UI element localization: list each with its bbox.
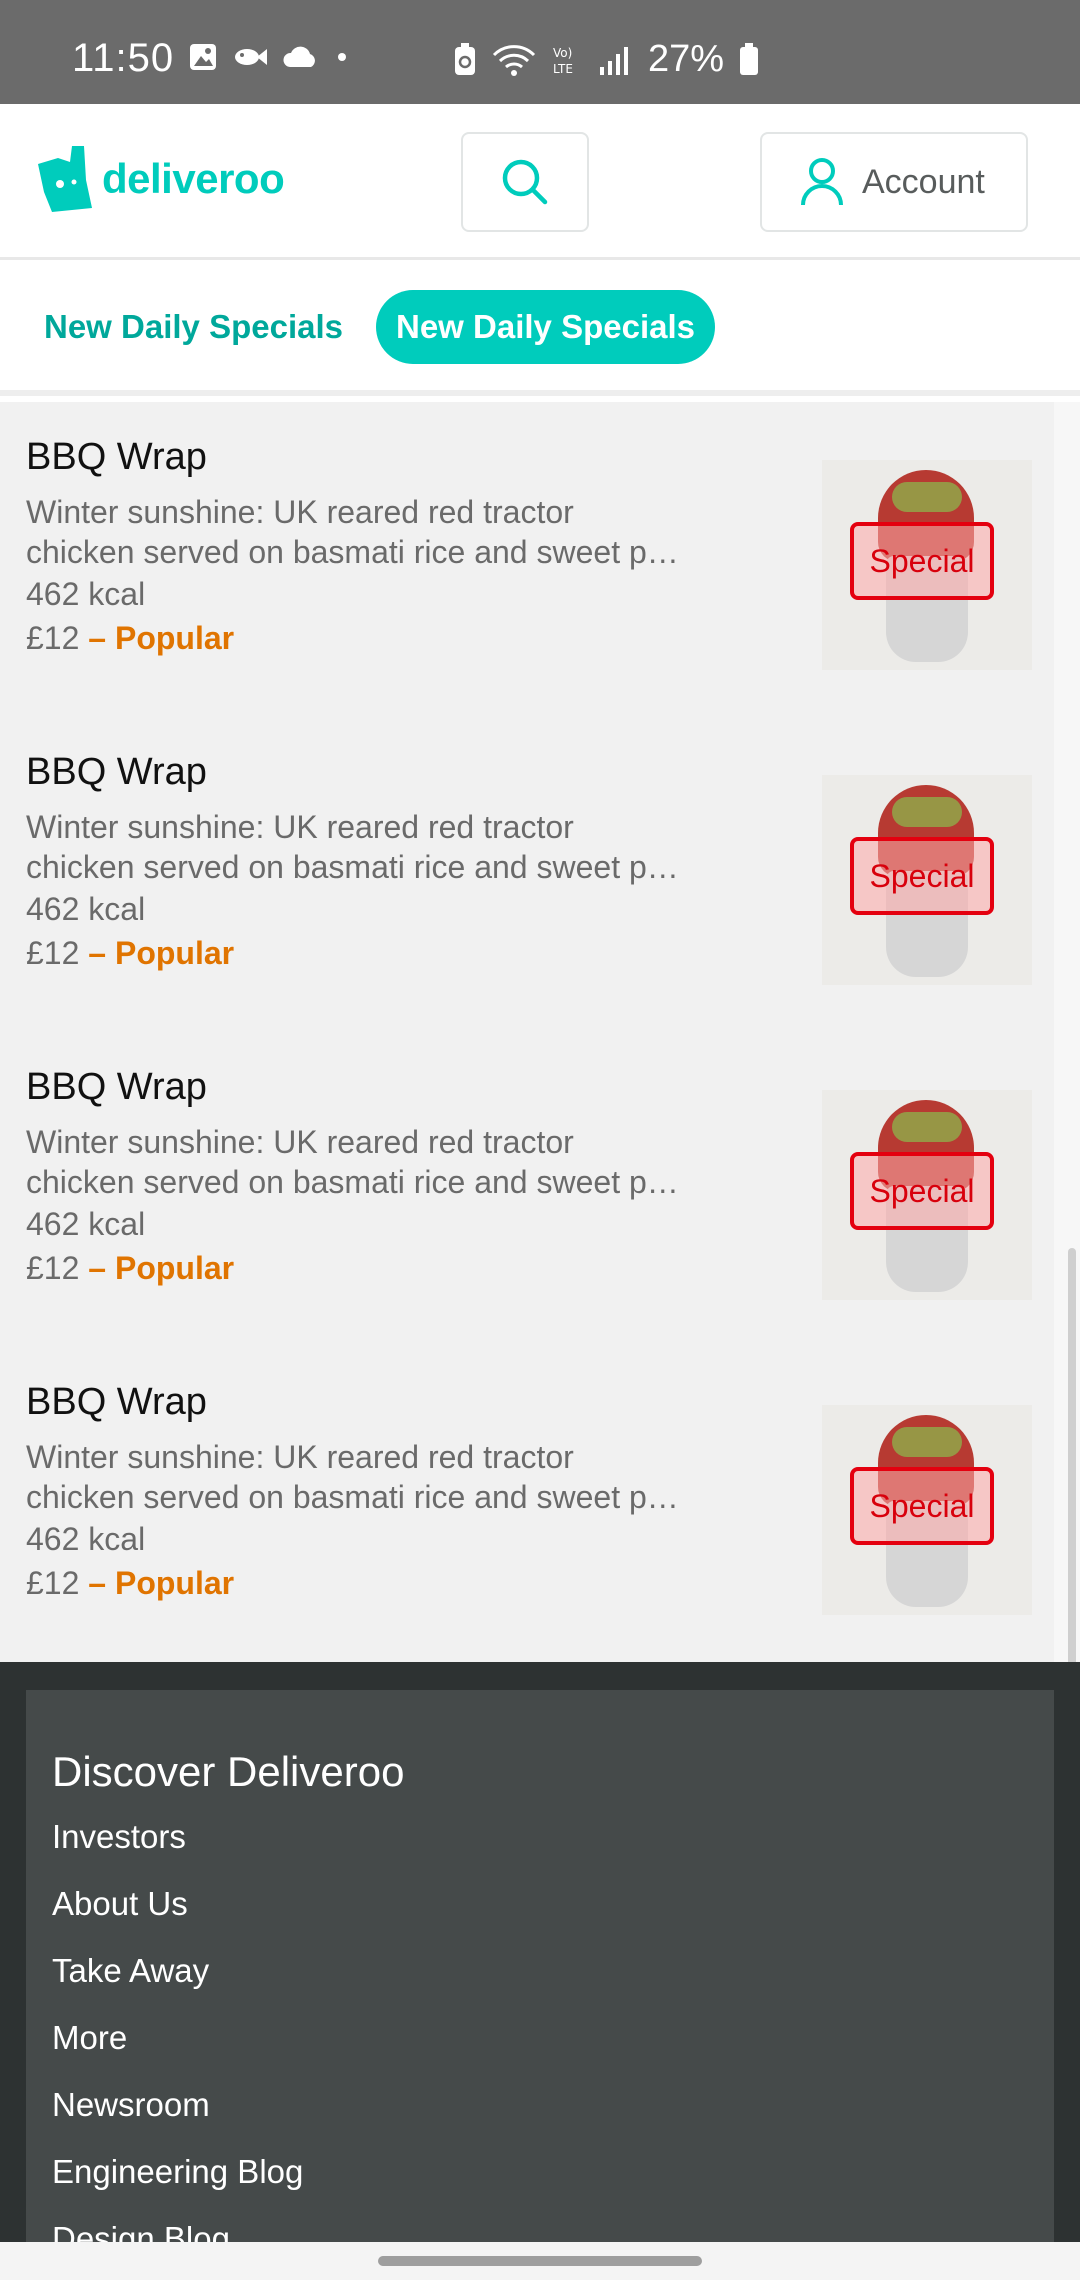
menu-section: BBQ Wrap Winter sunshine: UK reared red …: [0, 402, 1080, 1668]
footer-title: Discover Deliveroo: [52, 1748, 405, 1795]
footer-card: Discover Deliveroo Investors About Us Ta…: [26, 1690, 1054, 2280]
dot-icon: [338, 53, 346, 61]
footer-link-newsroom[interactable]: Newsroom: [52, 2086, 210, 2124]
item-price: £12: [26, 1250, 80, 1286]
item-name: BBQ Wrap: [26, 751, 207, 793]
item-name: BBQ Wrap: [26, 436, 207, 478]
menu-item[interactable]: BBQ Wrap Winter sunshine: UK reared red …: [26, 717, 1036, 985]
item-description-line: Winter sunshine: UK reared red tractor: [26, 494, 574, 530]
footer-link-more[interactable]: More: [52, 2019, 127, 2057]
special-badge: Special: [850, 1467, 994, 1545]
battery-percent: 27%: [648, 38, 725, 80]
item-description-line: Winter sunshine: UK reared red tractor: [26, 1439, 574, 1475]
logo-text: deliveroo: [102, 155, 285, 202]
item-image: Special: [822, 1405, 1032, 1615]
item-name: BBQ Wrap: [26, 1381, 207, 1423]
item-price-row: £12 – Popular: [26, 620, 234, 657]
app-header: deliveroo Account: [0, 104, 1080, 260]
category-pill-active[interactable]: New Daily Specials: [376, 290, 715, 364]
item-description-line: Winter sunshine: UK reared red tractor: [26, 809, 574, 845]
user-icon: [801, 158, 843, 206]
item-description: Winter sunshine: UK reared red tractor c…: [26, 492, 716, 572]
status-icons-right: Vo) LTE 27%: [452, 38, 760, 81]
footer-link-investors[interactable]: Investors: [52, 1818, 186, 1856]
status-icons-left: [188, 42, 352, 72]
item-image: Special: [822, 1090, 1032, 1300]
scrollbar[interactable]: [1068, 1248, 1076, 1668]
gallery-icon: [190, 44, 216, 70]
search-button[interactable]: [461, 132, 589, 232]
special-badge: Special: [850, 837, 994, 915]
item-kcal: 462 kcal: [26, 891, 146, 927]
system-nav-bar: [0, 2242, 1080, 2280]
item-description-line: chicken served on basmati rice and sweet…: [26, 849, 679, 885]
menu-list: BBQ Wrap Winter sunshine: UK reared red …: [0, 402, 1054, 1662]
item-description-line: chicken served on basmati rice and sweet…: [26, 1479, 679, 1515]
footer-link-take-away[interactable]: Take Away: [52, 1952, 209, 1990]
account-button[interactable]: Account: [760, 132, 1028, 232]
item-kcal: 462 kcal: [26, 1521, 146, 1557]
search-icon: [502, 159, 548, 205]
footer-link-engineering-blog[interactable]: Engineering Blog: [52, 2153, 303, 2191]
item-description-line: chicken served on basmati rice and sweet…: [26, 1164, 679, 1200]
item-popular-tag: – Popular: [79, 1565, 235, 1601]
item-description-line: Winter sunshine: UK reared red tractor: [26, 1124, 574, 1160]
item-price: £12: [26, 620, 80, 656]
item-price: £12: [26, 1565, 80, 1601]
item-price: £12: [26, 935, 80, 971]
category-link[interactable]: New Daily Specials: [44, 308, 343, 346]
volte-icon: Vo) LTE: [553, 46, 573, 76]
menu-item[interactable]: BBQ Wrap Winter sunshine: UK reared red …: [26, 1347, 1036, 1615]
cloud-icon: [283, 46, 315, 67]
footer-link-about-us[interactable]: About Us: [52, 1885, 188, 1923]
battery-saver-icon: [455, 42, 475, 75]
item-price-row: £12 – Popular: [26, 1565, 234, 1602]
deliveroo-kangaroo-icon: [38, 146, 92, 212]
status-time: 11:50: [72, 36, 175, 80]
svg-text:Vo): Vo): [553, 46, 572, 60]
item-popular-tag: – Popular: [79, 620, 235, 656]
account-label: Account: [862, 162, 985, 201]
home-indicator[interactable]: [378, 2256, 702, 2266]
item-description: Winter sunshine: UK reared red tractor c…: [26, 807, 716, 887]
menu-item[interactable]: BBQ Wrap Winter sunshine: UK reared red …: [26, 402, 1036, 670]
svg-text:LTE: LTE: [553, 62, 573, 76]
item-image: Special: [822, 460, 1032, 670]
status-bar: 11:50 Vo) LTE 27%: [0, 0, 1080, 104]
wifi-icon: [492, 44, 536, 76]
item-price-row: £12 – Popular: [26, 935, 234, 972]
item-price-row: £12 – Popular: [26, 1250, 234, 1287]
deliveroo-logo[interactable]: deliveroo: [36, 146, 285, 212]
fish-icon: [235, 49, 267, 65]
item-image: Special: [822, 775, 1032, 985]
item-kcal: 462 kcal: [26, 576, 146, 612]
item-description: Winter sunshine: UK reared red tractor c…: [26, 1437, 716, 1517]
category-nav: New Daily Specials New Daily Specials: [0, 260, 1080, 396]
menu-item[interactable]: BBQ Wrap Winter sunshine: UK reared red …: [26, 1032, 1036, 1300]
special-badge: Special: [850, 1152, 994, 1230]
item-popular-tag: – Popular: [79, 1250, 235, 1286]
footer: Discover Deliveroo Investors About Us Ta…: [0, 1662, 1080, 2280]
item-kcal: 462 kcal: [26, 1206, 146, 1242]
item-description-line: chicken served on basmati rice and sweet…: [26, 534, 679, 570]
item-popular-tag: – Popular: [79, 935, 235, 971]
battery-icon: [740, 42, 759, 75]
special-badge: Special: [850, 522, 994, 600]
item-name: BBQ Wrap: [26, 1066, 207, 1108]
item-description: Winter sunshine: UK reared red tractor c…: [26, 1122, 716, 1202]
signal-icon: [600, 46, 628, 75]
